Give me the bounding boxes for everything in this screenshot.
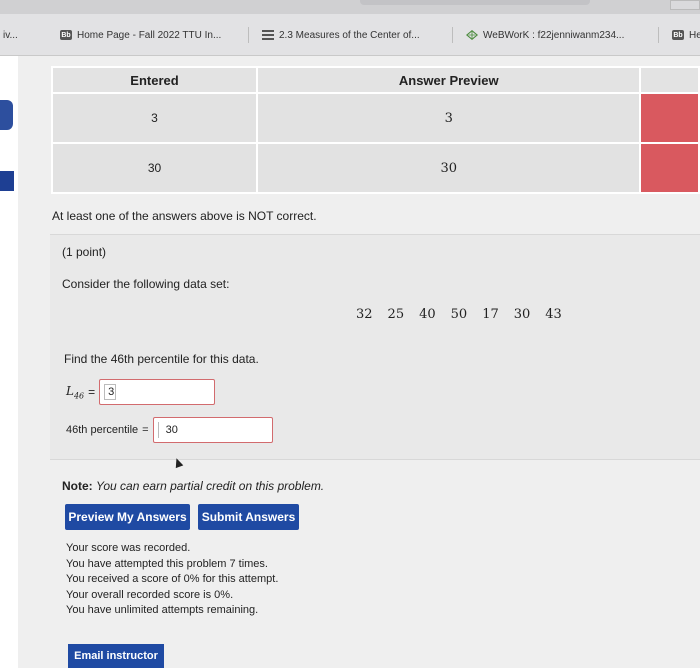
problem-prompt: Consider the following data set: — [62, 277, 230, 291]
score-line: You have unlimited attempts remaining. — [66, 604, 259, 616]
answer-status-message: At least one of the answers above is NOT… — [52, 209, 317, 223]
left-side-panel — [0, 56, 18, 668]
browser-top-strip — [0, 0, 700, 14]
column-header-status — [639, 66, 700, 94]
stack-icon — [262, 30, 274, 40]
data-value: 30 — [513, 307, 531, 322]
input-inner-border — [104, 384, 117, 400]
tab-separator — [452, 27, 453, 43]
score-line: Your overall recorded score is 0%. — [66, 588, 234, 601]
problem-box: (1 point) Consider the following data se… — [50, 234, 700, 460]
input-inner-border — [157, 422, 159, 438]
data-value: 32 — [356, 307, 373, 322]
data-value: 43 — [545, 307, 562, 322]
data-value: 25 — [387, 307, 405, 322]
l46-answer-row: L46 = 3 — [66, 379, 216, 405]
webwork-problem-page: Entered Answer Preview 3 3 30 30 At leas… — [18, 56, 700, 668]
browser-tab-bar: iv... Bb Home Page - Fall 2022 TTU In...… — [0, 14, 700, 56]
problem-points: (1 point) — [62, 245, 107, 259]
answers-table: Entered Answer Preview 3 3 30 30 — [50, 66, 700, 194]
answers-table-header-row: Entered Answer Preview — [50, 66, 700, 94]
left-panel-button[interactable] — [0, 171, 14, 191]
entered-cell: 30 — [50, 142, 259, 194]
partial-credit-note: Note: You can earn partial credit on thi… — [62, 479, 324, 493]
table-row: 3 3 — [50, 92, 700, 144]
note-text: You can earn partial credit on this prob… — [96, 479, 325, 493]
blackboard-icon: Bb — [60, 30, 72, 40]
answer-preview-cell: 30 — [256, 142, 642, 194]
percentile-answer-value: 30 — [165, 424, 178, 436]
incorrect-status-cell — [639, 92, 700, 144]
tab-partial-left[interactable]: iv... — [3, 27, 18, 43]
tab-measures-of-center[interactable]: 2.3 Measures of the Center of... — [248, 27, 420, 43]
data-value: 17 — [482, 307, 499, 322]
note-label: Note: — [62, 479, 93, 493]
percentile-answer-row: 46th percentile = 30 — [66, 417, 273, 443]
equals-sign: = — [142, 424, 149, 436]
table-row: 30 30 — [50, 142, 700, 194]
data-value: 40 — [419, 307, 436, 322]
entered-cell: 3 — [50, 92, 259, 144]
email-instructor-button[interactable]: Email instructor — [68, 644, 164, 668]
window-drag-handle[interactable] — [360, 0, 590, 5]
preview-answers-button[interactable]: Preview My Answers — [65, 504, 190, 530]
left-panel-button[interactable] — [0, 100, 13, 130]
score-line: You received a score of 0% for this atte… — [66, 573, 279, 585]
tab-webwork[interactable]: WeBWorK : f22jenniwanm234... — [452, 27, 624, 43]
percentile-answer-input[interactable]: 30 — [152, 417, 273, 443]
tab-home-page[interactable]: Bb Home Page - Fall 2022 TTU In... — [60, 27, 221, 43]
webwork-icon — [466, 29, 478, 41]
score-summary: Your score was recorded. You have attemp… — [66, 541, 278, 619]
score-line: You have attempted this problem 7 times. — [66, 557, 268, 570]
l46-answer-input[interactable]: 3 — [99, 379, 216, 405]
tab-partial-right[interactable]: Bb He — [658, 27, 700, 43]
blackboard-icon: Bb — [672, 30, 684, 40]
tab-separator — [658, 27, 659, 43]
column-header-answer-preview: Answer Preview — [256, 66, 642, 94]
score-line: Your score was recorded. — [66, 542, 191, 554]
submit-answers-button[interactable]: Submit Answers — [198, 504, 299, 530]
equals-sign: = — [88, 385, 96, 399]
l46-label: L46 — [66, 383, 85, 401]
data-set: 32 25 40 50 17 30 43 — [356, 307, 562, 322]
answer-preview-value: 3 — [444, 110, 453, 126]
incorrect-status-cell — [639, 142, 700, 194]
tab-separator — [248, 27, 249, 43]
answer-preview-cell: 3 — [256, 92, 642, 144]
problem-question: Find the 46th percentile for this data. — [64, 352, 259, 366]
percentile-label: 46th percentile — [66, 424, 139, 436]
answer-preview-value: 30 — [440, 160, 457, 176]
data-value: 50 — [450, 307, 468, 322]
window-corner-button[interactable] — [670, 0, 700, 10]
column-header-entered: Entered — [50, 66, 259, 94]
